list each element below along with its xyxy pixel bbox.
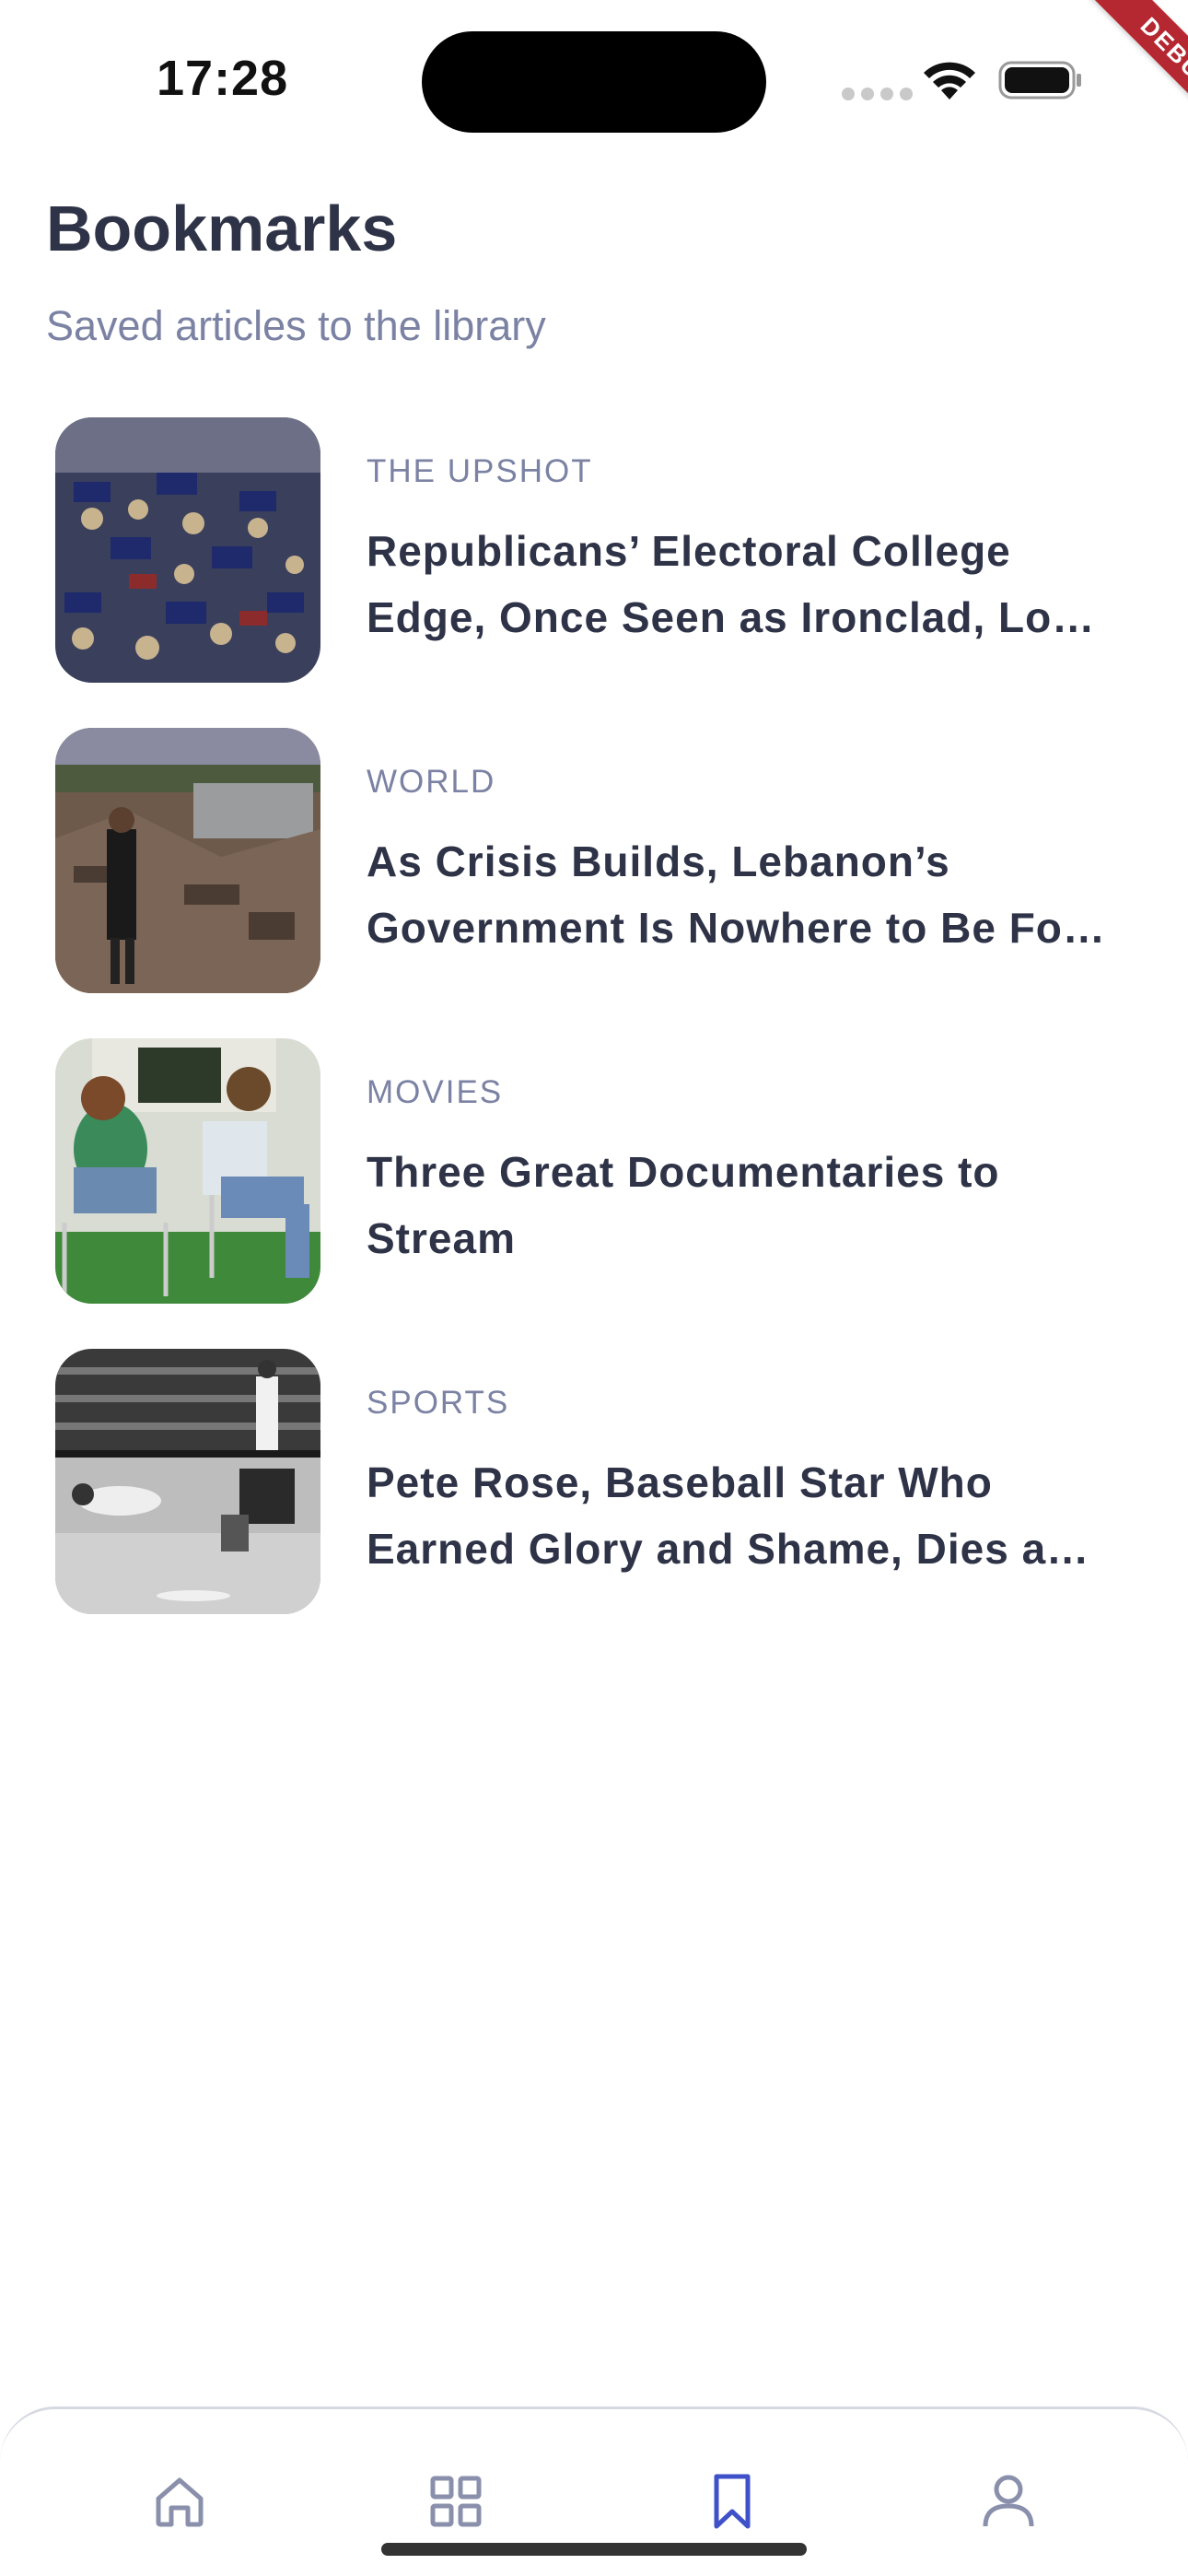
debug-banner: DEBUG	[1022, 0, 1188, 166]
page-subtitle: Saved articles to the library	[46, 302, 546, 349]
bookmark-item[interactable]: THE UPSHOT Republicans’ Electoral Colleg…	[0, 415, 1188, 725]
article-section: THE UPSHOT	[367, 453, 593, 489]
baseball-slide-photo	[55, 1349, 320, 1614]
nav-categories-button[interactable]	[419, 2465, 493, 2538]
nav-bookmarks-button[interactable]	[695, 2465, 769, 2538]
cellular-signal-icon	[842, 88, 913, 100]
bookmark-item[interactable]: WORLD As Crisis Builds, Lebanon’s Govern…	[0, 725, 1188, 1036]
nav-home-button[interactable]	[143, 2465, 216, 2538]
person-icon	[983, 2475, 1034, 2527]
grid-icon	[430, 2476, 482, 2527]
article-title: Pete Rose, Baseball Star Who Earned Glor…	[367, 1458, 1090, 1573]
article-thumbnail	[55, 1038, 320, 1304]
bookmark-item[interactable]: SPORTS Pete Rose, Baseball Star Who Earn…	[0, 1346, 1188, 1657]
status-time: 17:28	[157, 51, 289, 106]
page-title: Bookmarks	[46, 193, 398, 264]
article-title: As Crisis Builds, Lebanon’s Government I…	[367, 837, 1106, 952]
article-section: SPORTS	[367, 1385, 510, 1421]
status-bar: 17:28 DEBUG	[0, 0, 1188, 157]
article-title: Republicans’ Electoral College Edge, Onc…	[367, 527, 1096, 641]
article-section: MOVIES	[367, 1074, 504, 1110]
nav-profile-button[interactable]	[972, 2465, 1045, 2538]
bookmark-icon	[714, 2474, 751, 2529]
debug-banner-label: DEBUG	[1079, 0, 1188, 155]
bookmark-list: THE UPSHOT Republicans’ Electoral Colleg…	[0, 415, 1188, 1657]
dynamic-island	[422, 31, 766, 133]
article-title: Three Great Documentaries to Stream	[367, 1148, 1000, 1262]
wifi-icon	[924, 62, 975, 100]
rubble-photo	[55, 728, 320, 993]
home-indicator	[381, 2543, 807, 2556]
article-section: WORLD	[367, 764, 496, 800]
article-thumbnail	[55, 417, 320, 683]
article-thumbnail	[55, 1349, 320, 1614]
bookmark-item[interactable]: MOVIES Three Great Documentaries to Stre…	[0, 1036, 1188, 1346]
lawn-chairs-photo	[55, 1038, 320, 1304]
home-icon	[156, 2477, 204, 2527]
crowd-rally-photo	[55, 417, 320, 683]
article-thumbnail	[55, 728, 320, 993]
bookmarks-screen: 17:28 DEBUG Bookmarks Saved articles to …	[0, 0, 1188, 2576]
